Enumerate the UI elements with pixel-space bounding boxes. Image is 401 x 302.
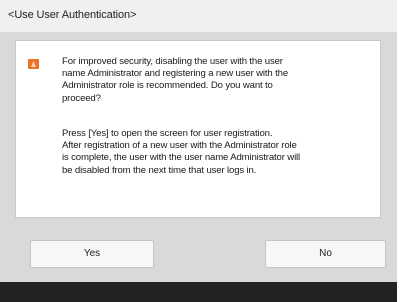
- title-bar: <Use User Authentication>: [0, 0, 397, 32]
- warning-icon: [28, 59, 39, 69]
- dialog-message-info: Press [Yes] to open the screen for user …: [62, 128, 301, 176]
- footer-bar: [0, 282, 397, 302]
- dialog-message-question: For improved security, disabling the use…: [62, 56, 289, 104]
- yes-button[interactable]: Yes: [30, 240, 154, 268]
- no-button[interactable]: No: [265, 240, 386, 268]
- screen-title: <Use User Authentication>: [8, 9, 137, 21]
- screen: <Use User Authentication> For improved s…: [0, 0, 397, 302]
